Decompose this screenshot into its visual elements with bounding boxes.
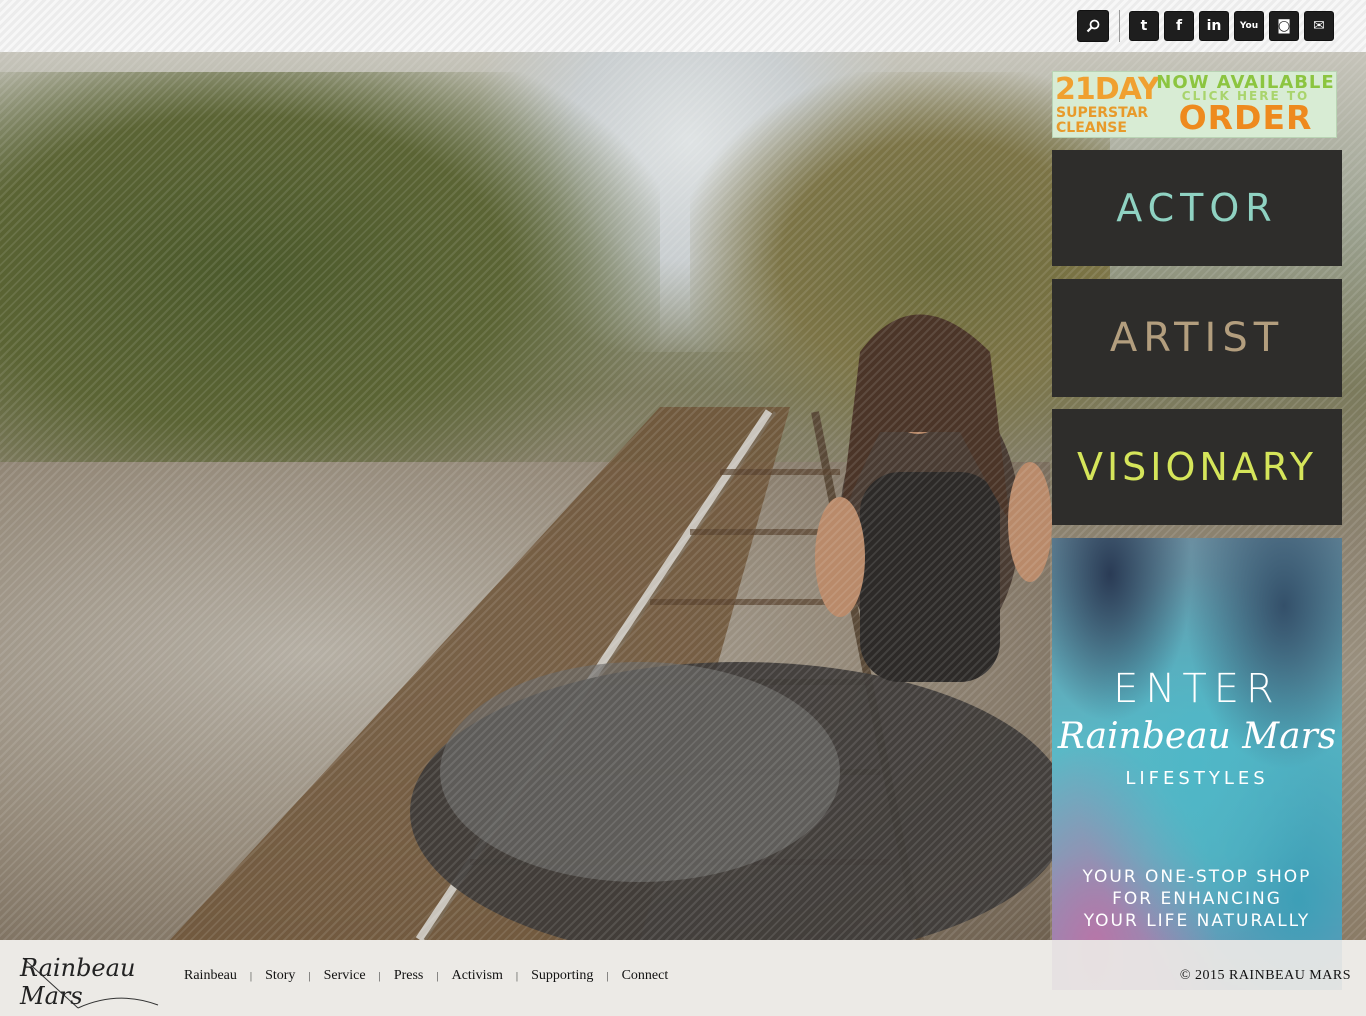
social-bar: t f in You ◙ ✉ bbox=[1072, 10, 1334, 42]
footer-logo[interactable]: Rainbeau Mars bbox=[18, 950, 163, 1010]
logo-text: Rainbeau Mars bbox=[20, 954, 136, 1010]
twitter-icon[interactable]: t bbox=[1129, 11, 1159, 41]
nav-press[interactable]: Press bbox=[394, 968, 424, 984]
lifestyles-label: LIFESTYLES bbox=[1125, 768, 1269, 789]
top-bar: t f in You ◙ ✉ bbox=[0, 0, 1366, 52]
footer: Rainbeau Mars Rainbeau | Story | Service… bbox=[0, 940, 1366, 1016]
facebook-icon[interactable]: f bbox=[1164, 11, 1194, 41]
cleanse-order-banner[interactable]: 21DAY SUPERSTAR CLEANSE NOW AVAILABLE CL… bbox=[1052, 71, 1337, 138]
nav-supporting[interactable]: Supporting bbox=[531, 968, 593, 984]
youtube-icon[interactable]: You bbox=[1234, 11, 1264, 41]
footer-nav: Rainbeau | Story | Service | Press | Act… bbox=[184, 968, 669, 984]
nav-service[interactable]: Service bbox=[324, 968, 366, 984]
artist-label: ARTIST bbox=[1109, 315, 1285, 361]
nav-activism[interactable]: Activism bbox=[452, 968, 503, 984]
actor-label: ACTOR bbox=[1116, 186, 1278, 230]
email-icon[interactable]: ✉ bbox=[1304, 11, 1334, 41]
instagram-icon[interactable]: ◙ bbox=[1269, 11, 1299, 41]
artist-tile[interactable]: ARTIST bbox=[1052, 279, 1342, 397]
copyright: © 2015 RAINBEAU MARS bbox=[1179, 968, 1351, 983]
search-icon bbox=[1086, 19, 1100, 33]
search-button[interactable] bbox=[1077, 10, 1109, 42]
banner-number: 21DAY bbox=[1055, 72, 1160, 107]
divider bbox=[1119, 10, 1120, 42]
nav-story[interactable]: Story bbox=[265, 968, 295, 984]
actor-tile[interactable]: ACTOR bbox=[1052, 150, 1342, 266]
nav-connect[interactable]: Connect bbox=[622, 968, 669, 984]
lifestyles-signature: Rainbeau Mars bbox=[1057, 716, 1337, 757]
enter-label: ENTER bbox=[1113, 666, 1281, 712]
banner-title: SUPERSTAR CLEANSE bbox=[1056, 105, 1149, 136]
nav-rainbeau[interactable]: Rainbeau bbox=[184, 968, 237, 984]
visionary-tile[interactable]: VISIONARY bbox=[1052, 409, 1342, 525]
linkedin-icon[interactable]: in bbox=[1199, 11, 1229, 41]
banner-order: ORDER bbox=[1178, 98, 1313, 137]
lifestyles-tagline: YOUR ONE-STOP SHOP FOR ENHANCING YOUR LI… bbox=[1082, 867, 1312, 931]
visionary-label: VISIONARY bbox=[1076, 445, 1318, 489]
lifestyles-tile[interactable]: ENTER Rainbeau Mars LIFESTYLES YOUR ONE-… bbox=[1052, 538, 1342, 990]
